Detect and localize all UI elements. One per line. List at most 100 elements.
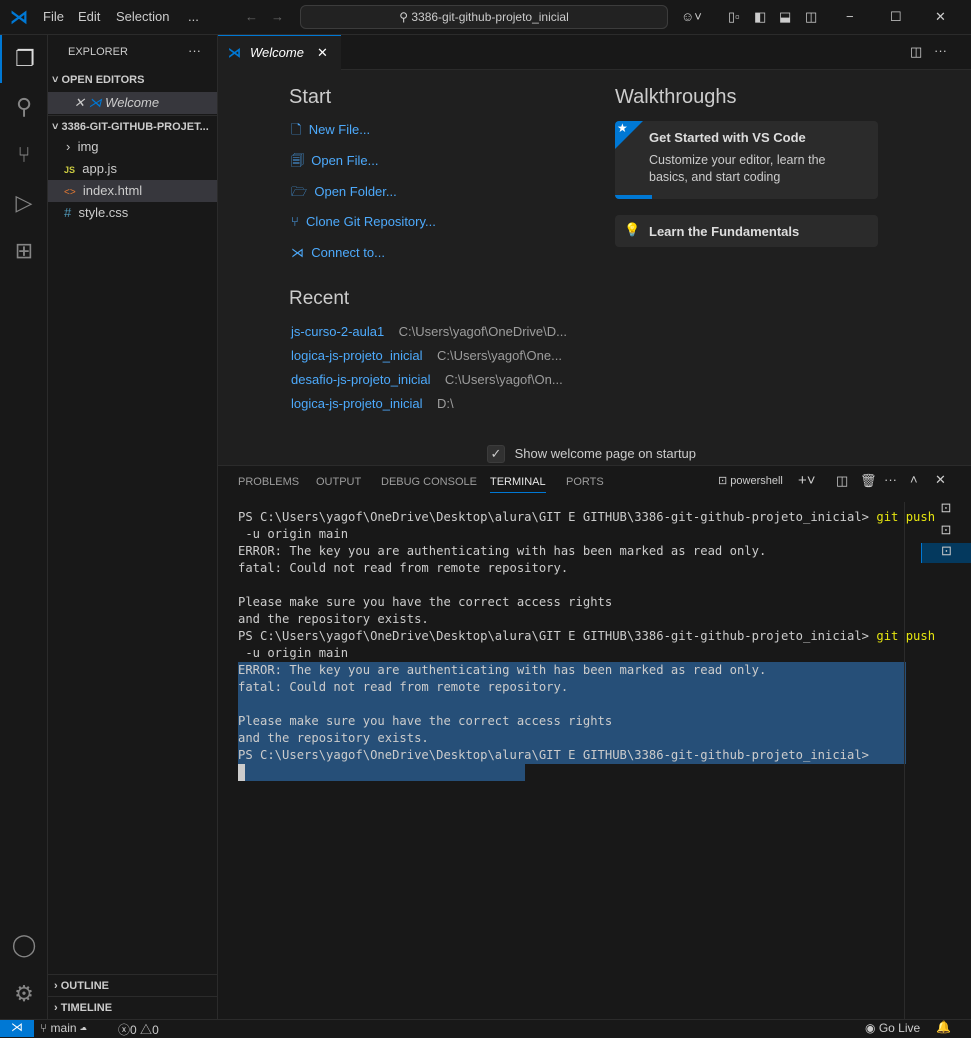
explorer-icon[interactable]: ❐ bbox=[0, 35, 48, 83]
explorer-sidebar: EXPLORER ··· ˅ OPEN EDITORS ✕ ⋊ Welcome … bbox=[48, 35, 218, 1019]
extensions-icon[interactable]: ⊞ bbox=[0, 227, 48, 275]
title-bar: ⋊ File Edit Selection ... ← → ⚲ 3386-git… bbox=[0, 0, 971, 35]
project-label: 3386-GIT-GITHUB-PROJET... bbox=[61, 121, 209, 133]
show-on-startup-checkbox[interactable]: ✓ Show welcome page on startup bbox=[487, 445, 696, 463]
forward-arrow-icon[interactable]: → bbox=[271, 9, 284, 24]
terminal-cursor bbox=[238, 764, 245, 781]
terminal-instance-2[interactable]: ⊡ bbox=[921, 522, 971, 542]
terminal-line: PS C:\Users\yagof\OneDrive\Desktop\alura… bbox=[238, 747, 906, 764]
close-panel-icon[interactable]: ✕ bbox=[935, 472, 946, 488]
file-label: index.html bbox=[82, 183, 143, 198]
error-icon: ⓧ bbox=[118, 1023, 131, 1037]
menu-more[interactable]: ... bbox=[188, 9, 199, 24]
split-terminal-icon[interactable]: ◫ bbox=[836, 473, 848, 489]
terminal-text: -u origin main bbox=[238, 527, 349, 541]
vscode-icon: ⋊ bbox=[88, 95, 102, 110]
terminal-instance-1[interactable]: ⊡ bbox=[921, 500, 971, 520]
more-actions-icon[interactable]: ··· bbox=[884, 472, 897, 487]
explorer-more-icon[interactable]: ··· bbox=[188, 43, 201, 58]
tree-item-app-js[interactable]: JS app.js bbox=[48, 158, 217, 180]
account-icon[interactable]: ◯ bbox=[0, 921, 48, 969]
recent-path: C:\Users\yagof\On... bbox=[444, 372, 563, 387]
terminal-line: Please make sure you have the correct ac… bbox=[238, 713, 906, 730]
branch-indicator[interactable]: ⑂ main ☁ bbox=[40, 1021, 87, 1035]
walkthrough-get-started[interactable]: ★ Get Started with VS Code Customize you… bbox=[615, 121, 878, 199]
terminal-text: PS C:\Users\yagof\OneDrive\Desktop\alura… bbox=[238, 629, 877, 643]
layout-customize-icon[interactable]: ▯▫ bbox=[728, 9, 740, 25]
outline-header[interactable]: › OUTLINE bbox=[48, 974, 217, 996]
command-center-search[interactable]: ⚲ 3386-git-github-projeto_inicial bbox=[300, 5, 668, 29]
search-icon[interactable]: ⚲ bbox=[0, 83, 48, 131]
go-live-button[interactable]: ◉ Go Live bbox=[865, 1021, 920, 1035]
recent-name[interactable]: js-curso-2-aula1 bbox=[291, 324, 384, 339]
tab-terminal[interactable]: TERMINAL bbox=[490, 476, 546, 493]
tree-item-index-html[interactable]: <> index.html bbox=[48, 180, 217, 202]
terminal-line: and the repository exists. bbox=[238, 611, 906, 628]
walkthrough-fundamentals[interactable]: 💡 Learn the Fundamentals bbox=[615, 215, 878, 247]
tab-problems[interactable]: PROBLEMS bbox=[238, 476, 299, 488]
close-icon[interactable]: ✕ bbox=[74, 95, 85, 110]
bell-icon[interactable]: 🔔 bbox=[936, 1020, 951, 1034]
problems-indicator[interactable]: ⓧ0 △0 bbox=[118, 1021, 159, 1038]
new-file-icon: 🗋 bbox=[291, 122, 302, 137]
more-actions-icon[interactable]: ··· bbox=[934, 43, 947, 58]
terminal-text: Please make sure you have the correct ac… bbox=[238, 714, 613, 728]
tree-item-img[interactable]: › img bbox=[48, 136, 217, 158]
tab-output[interactable]: OUTPUT bbox=[316, 476, 361, 488]
timeline-header[interactable]: › TIMELINE bbox=[48, 996, 217, 1018]
maximize-panel-icon[interactable]: ˄ bbox=[910, 472, 918, 487]
copilot-icon[interactable]: ☺˅ bbox=[681, 9, 702, 24]
new-file-link[interactable]: 🗋 New File... bbox=[291, 121, 370, 143]
trash-icon[interactable]: 🗑 bbox=[860, 473, 877, 489]
terminal-output[interactable]: PS C:\Users\yagof\OneDrive\Desktop\alura… bbox=[238, 509, 935, 781]
recent-item[interactable]: logica-js-projeto_inicial C:\Users\yagof… bbox=[291, 344, 567, 368]
status-bar: ⋊ ⑂ main ☁ ⓧ0 △0 ◉ Go Live 🔔 bbox=[0, 1019, 971, 1038]
back-arrow-icon[interactable]: ← bbox=[245, 9, 258, 24]
recent-item[interactable]: js-curso-2-aula1 C:\Users\yagof\OneDrive… bbox=[291, 320, 567, 344]
close-tab-icon[interactable]: ✕ bbox=[317, 36, 328, 70]
file-label: style.css bbox=[78, 205, 129, 220]
recent-name[interactable]: desafio-js-projeto_inicial bbox=[291, 372, 430, 387]
open-file-link[interactable]: 🗐 Open File... bbox=[291, 152, 378, 174]
vscode-logo-icon: ⋊ bbox=[10, 7, 28, 27]
terminal-instance-3[interactable]: ⊡ bbox=[921, 543, 971, 563]
recent-name[interactable]: logica-js-projeto_inicial bbox=[291, 396, 423, 411]
menu-file[interactable]: File bbox=[43, 9, 64, 24]
recent-item[interactable]: desafio-js-projeto_inicial C:\Users\yago… bbox=[291, 368, 567, 392]
recent-item[interactable]: logica-js-projeto_inicial D:\ bbox=[291, 392, 567, 416]
open-folder-link[interactable]: 🗁 Open Folder... bbox=[291, 183, 397, 205]
tab-debug-console[interactable]: DEBUG CONSOLE bbox=[381, 476, 477, 488]
checkbox-label: Show welcome page on startup bbox=[514, 446, 697, 461]
remote-icon: ⋊ bbox=[291, 245, 304, 260]
settings-gear-icon[interactable]: ⚙ bbox=[0, 970, 48, 1018]
toggle-panel-icon[interactable]: ⬓ bbox=[779, 9, 791, 25]
menu-selection[interactable]: Selection bbox=[116, 9, 169, 24]
split-editor-icon[interactable]: ◫ bbox=[910, 44, 922, 60]
tree-item-style-css[interactable]: # style.css bbox=[48, 202, 217, 224]
toggle-sidebar-icon[interactable]: ◧ bbox=[754, 9, 766, 25]
toggle-secondary-sidebar-icon[interactable]: ◫ bbox=[805, 9, 817, 25]
tab-welcome[interactable]: ⋊ Welcome ✕ bbox=[218, 35, 341, 70]
close-window-icon[interactable]: ✕ bbox=[935, 9, 946, 25]
clone-repo-link[interactable]: ⑂ Clone Git Repository... bbox=[291, 214, 436, 229]
walkthroughs-heading: Walkthroughs bbox=[615, 86, 737, 108]
maximize-icon[interactable]: ☐ bbox=[890, 9, 902, 25]
recent-name[interactable]: logica-js-projeto_inicial bbox=[291, 348, 423, 363]
minimize-icon[interactable]: − bbox=[846, 9, 854, 24]
checkmark-icon[interactable]: ✓ bbox=[487, 445, 505, 463]
open-editor-welcome[interactable]: ✕ ⋊ Welcome bbox=[48, 92, 217, 114]
remote-icon[interactable]: ⋊ bbox=[0, 1020, 34, 1037]
open-editors-header[interactable]: ˅ OPEN EDITORS bbox=[48, 69, 217, 91]
run-debug-icon[interactable]: ▷ bbox=[0, 179, 48, 227]
menu-edit[interactable]: Edit bbox=[78, 9, 100, 24]
tab-label: Welcome bbox=[250, 45, 304, 60]
terminal-text: ERROR: The key you are authenticating wi… bbox=[238, 663, 767, 677]
tab-ports[interactable]: PORTS bbox=[566, 476, 604, 488]
new-terminal-icon[interactable]: +˅ bbox=[798, 472, 816, 489]
source-control-icon[interactable]: ⑂ bbox=[0, 131, 48, 179]
terminal-text: -u origin main bbox=[238, 646, 349, 660]
connect-to-link[interactable]: ⋊ Connect to... bbox=[291, 245, 385, 261]
terminal-shell-selector[interactable]: ⊡ powershell bbox=[718, 474, 783, 487]
project-folder-header[interactable]: ˅ 3386-GIT-GITHUB-PROJET... bbox=[48, 115, 217, 137]
